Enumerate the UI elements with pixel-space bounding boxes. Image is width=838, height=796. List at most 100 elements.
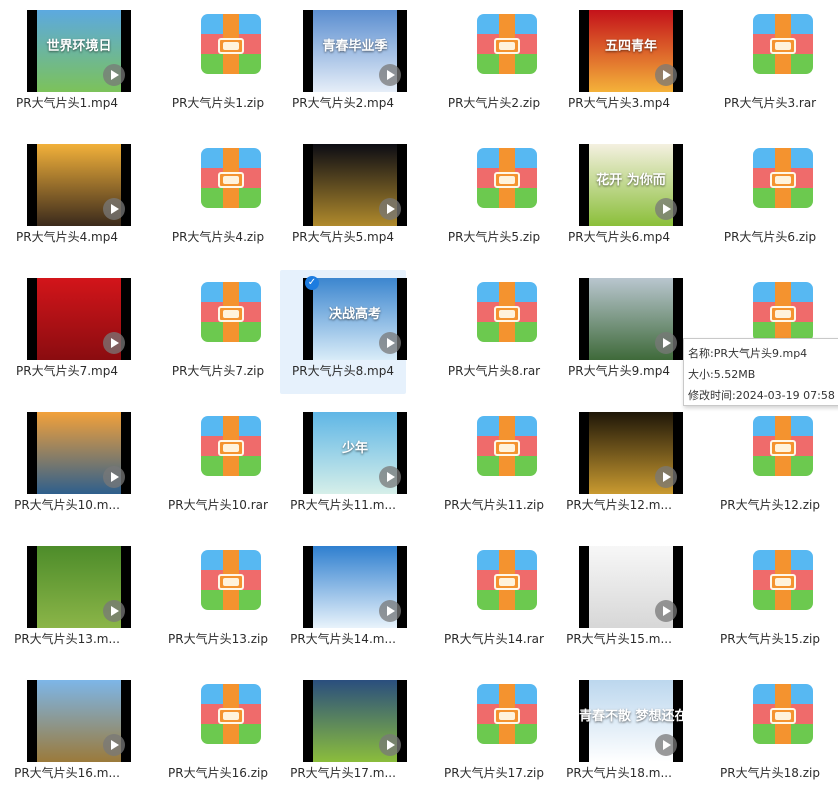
video-file-item[interactable]: PR大气片头10.m... — [4, 404, 131, 528]
play-icon — [103, 64, 125, 86]
archive-file-item[interactable]: PR大气片头18.zip — [707, 672, 833, 796]
file-name: PR大气片头2.mp4 — [292, 96, 394, 110]
video-file-item[interactable]: PR大气片头13.m... — [4, 538, 131, 662]
archive-file-item[interactable]: PR大气片头17.zip — [431, 672, 557, 796]
play-icon — [655, 64, 677, 86]
archive-file-item[interactable]: PR大气片头13.zip — [155, 538, 281, 662]
archive-file-item[interactable]: PR大气片头3.rar — [707, 2, 833, 126]
video-thumbnail — [579, 278, 683, 360]
archive-file-item[interactable]: PR大气片头4.zip — [155, 136, 281, 260]
archive-icon — [477, 684, 537, 744]
video-file-item[interactable]: PR大气片头15.m... — [556, 538, 683, 662]
video-thumbnail — [579, 546, 683, 628]
archive-file-item[interactable]: PR大气片头2.zip — [431, 2, 557, 126]
play-icon — [379, 734, 401, 756]
archive-icon — [753, 550, 813, 610]
file-name: PR大气片头14.rar — [444, 632, 544, 646]
play-icon — [655, 198, 677, 220]
archive-file-item[interactable]: PR大气片头8.rar — [431, 270, 557, 394]
selected-check-icon[interactable]: ✓ — [305, 276, 319, 290]
archive-icon — [753, 416, 813, 476]
archive-icon — [753, 148, 813, 208]
play-icon — [655, 600, 677, 622]
file-name: PR大气片头3.mp4 — [568, 96, 670, 110]
video-thumbnail — [27, 680, 131, 762]
archive-icon — [753, 684, 813, 744]
file-name: PR大气片头12.m... — [566, 498, 672, 512]
file-name: PR大气片头17.m... — [290, 766, 396, 780]
file-name: PR大气片头14.m... — [290, 632, 396, 646]
video-thumbnail — [579, 412, 683, 494]
play-icon — [379, 64, 401, 86]
archive-file-item[interactable]: PR大气片头7.zip — [155, 270, 281, 394]
file-name: PR大气片头8.rar — [447, 364, 541, 378]
video-file-item[interactable]: PR大气片头4.mp4 — [4, 136, 131, 260]
play-icon — [103, 466, 125, 488]
archive-icon — [753, 282, 813, 342]
video-thumbnail: 青春不散 梦想还在 — [579, 680, 683, 762]
file-name: PR大气片头15.m... — [566, 632, 672, 646]
video-file-item[interactable]: PR大气片头7.mp4 — [4, 270, 131, 394]
thumbnail-caption: 决战高考 — [328, 306, 381, 322]
archive-file-item[interactable]: PR大气片头16.zip — [155, 672, 281, 796]
video-thumbnail: 少年 — [303, 412, 407, 494]
archive-file-item[interactable]: PR大气片头11.zip — [431, 404, 557, 528]
archive-icon — [201, 416, 261, 476]
video-thumbnail: 世界环境日 — [27, 10, 131, 92]
file-name: PR大气片头3.rar — [723, 96, 817, 110]
video-file-item[interactable]: 花开 为你而 PR大气片头6.mp4 — [556, 136, 683, 260]
file-name: PR大气片头12.zip — [720, 498, 820, 512]
play-icon — [379, 198, 401, 220]
file-name: PR大气片头2.zip — [447, 96, 541, 110]
video-file-item[interactable]: 少年 PR大气片头11.m... — [280, 404, 407, 528]
file-name: PR大气片头4.mp4 — [16, 230, 118, 244]
tooltip-modified: 修改时间:2024-03-19 07:58 — [688, 389, 835, 402]
video-file-item[interactable]: PR大气片头17.m... — [280, 672, 407, 796]
archive-file-item[interactable]: PR大气片头12.zip — [707, 404, 833, 528]
archive-file-item[interactable]: PR大气片头15.zip — [707, 538, 833, 662]
archive-file-item[interactable]: PR大气片头6.zip — [707, 136, 833, 260]
file-name: PR大气片头7.mp4 — [16, 364, 118, 378]
video-thumbnail: 决战高考 — [303, 278, 407, 360]
video-thumbnail: 花开 为你而 — [579, 144, 683, 226]
archive-file-item[interactable]: PR大气片头10.rar — [155, 404, 281, 528]
file-name: PR大气片头10.rar — [168, 498, 268, 512]
archive-icon — [477, 14, 537, 74]
file-info-tooltip: 名称:PR大气片头9.mp4 大小:5.52MB 修改时间:2024-03-19… — [683, 338, 838, 406]
file-name: PR大气片头16.zip — [168, 766, 268, 780]
play-icon — [103, 198, 125, 220]
video-file-item[interactable]: 青春毕业季 PR大气片头2.mp4 — [280, 2, 407, 126]
video-file-item[interactable]: PR大气片头16.m... — [4, 672, 131, 796]
video-file-item[interactable]: PR大气片头9.mp4 — [556, 270, 683, 394]
video-thumbnail: 青春毕业季 — [303, 10, 407, 92]
thumbnail-caption: 青春不散 梦想还在 — [579, 708, 683, 724]
archive-icon — [477, 550, 537, 610]
video-file-item[interactable]: 世界环境日 PR大气片头1.mp4 — [4, 2, 131, 126]
play-icon — [103, 734, 125, 756]
video-thumbnail — [27, 412, 131, 494]
video-thumbnail — [303, 144, 407, 226]
play-icon — [379, 332, 401, 354]
file-name: PR大气片头15.zip — [720, 632, 820, 646]
tooltip-size: 大小:5.52MB — [688, 368, 756, 381]
thumbnail-caption: 少年 — [341, 440, 368, 456]
archive-file-item[interactable]: PR大气片头5.zip — [431, 136, 557, 260]
video-file-item[interactable]: PR大气片头12.m... — [556, 404, 683, 528]
video-file-item[interactable]: PR大气片头5.mp4 — [280, 136, 407, 260]
archive-file-item[interactable]: PR大气片头1.zip — [155, 2, 281, 126]
archive-file-item[interactable]: PR大气片头14.rar — [431, 538, 557, 662]
file-name: PR大气片头11.m... — [290, 498, 396, 512]
file-name: PR大气片头8.mp4 — [292, 364, 394, 378]
video-file-item[interactable]: 五四青年 PR大气片头3.mp4 — [556, 2, 683, 126]
play-icon — [379, 466, 401, 488]
video-file-item[interactable]: 决战高考 ✓ PR大气片头8.mp4 — [280, 270, 407, 394]
file-name: PR大气片头10.m... — [14, 498, 120, 512]
file-name: PR大气片头5.zip — [447, 230, 541, 244]
play-icon — [103, 332, 125, 354]
file-name: PR大气片头1.zip — [171, 96, 265, 110]
video-file-item[interactable]: PR大气片头14.m... — [280, 538, 407, 662]
tooltip-name: 名称:PR大气片头9.mp4 — [688, 347, 808, 360]
file-name: PR大气片头6.mp4 — [568, 230, 670, 244]
file-name: PR大气片头18.m... — [566, 766, 672, 780]
video-file-item[interactable]: 青春不散 梦想还在 PR大气片头18.m... — [556, 672, 683, 796]
